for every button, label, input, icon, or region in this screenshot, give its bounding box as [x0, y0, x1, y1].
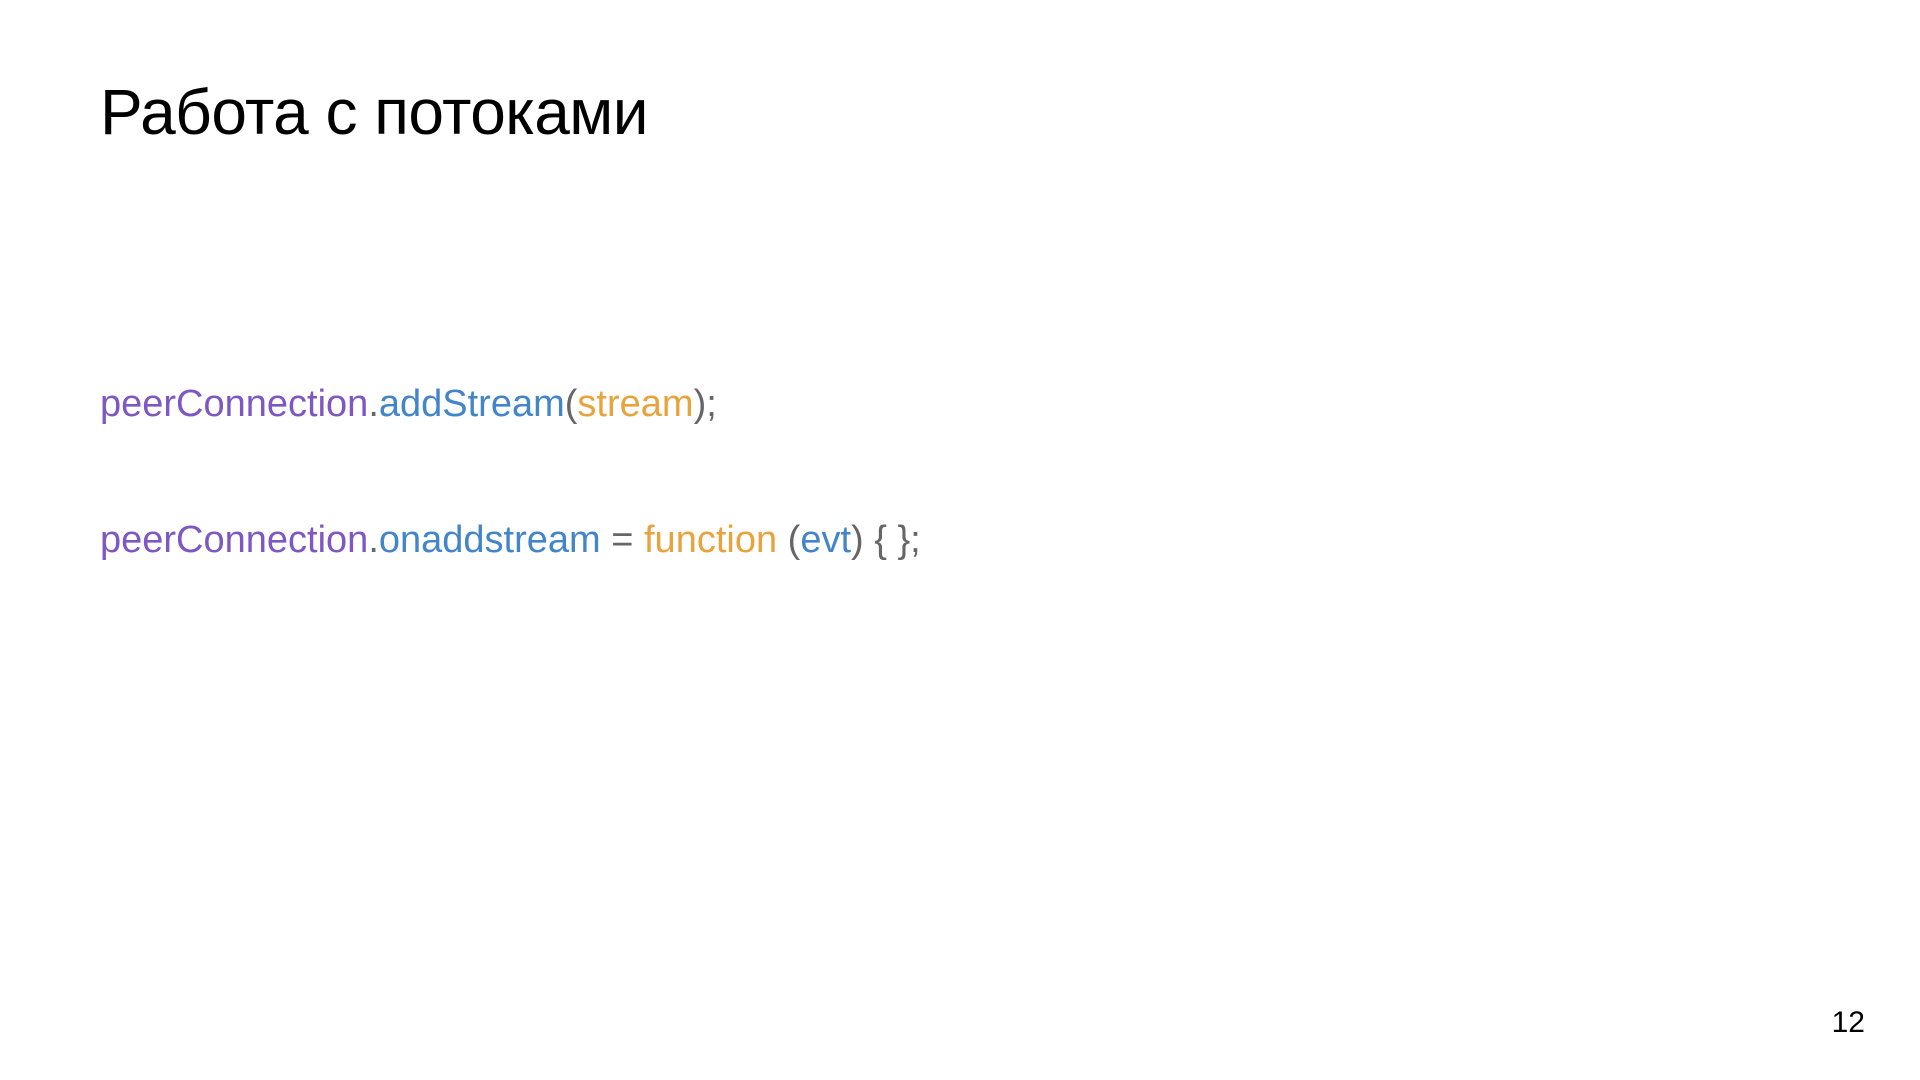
code-param: stream [577, 383, 693, 425]
code-block: peerConnection.addStream(stream); peerCo… [100, 379, 1820, 567]
code-keyword: function [644, 519, 777, 561]
code-identifier: peerConnection [100, 519, 368, 561]
code-line-2: peerConnection.onaddstream = function (e… [100, 515, 1820, 566]
code-punct: ( [565, 383, 578, 425]
code-identifier: peerConnection [100, 383, 368, 425]
code-punct: = [601, 519, 644, 561]
page-number: 12 [1832, 1006, 1865, 1040]
code-property: onaddstream [379, 519, 601, 561]
code-punct: ); [694, 383, 717, 425]
slide: Работа с потоками peerConnection.addStre… [0, 0, 1920, 1080]
code-punct: ) { }; [851, 519, 921, 561]
code-method: addStream [379, 383, 565, 425]
code-line-1: peerConnection.addStream(stream); [100, 379, 1820, 430]
slide-title: Работа с потоками [100, 75, 1820, 149]
code-punct: . [368, 519, 379, 561]
code-param: evt [800, 519, 851, 561]
code-punct: . [368, 383, 379, 425]
code-punct: ( [777, 519, 800, 561]
